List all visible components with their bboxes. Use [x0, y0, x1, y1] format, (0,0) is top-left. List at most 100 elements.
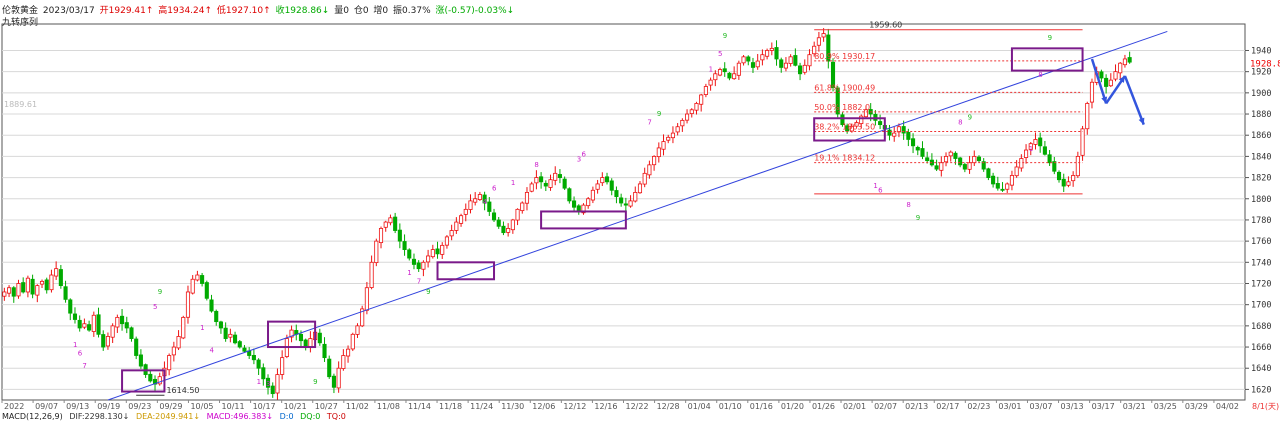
y-tick-label: 1620 [1251, 385, 1271, 395]
nine-turn-label: 1 [200, 324, 204, 332]
x-tick-label: 11/24 [470, 402, 493, 411]
candle-body [595, 183, 600, 190]
candle-body [459, 215, 464, 224]
candle-body [204, 282, 209, 299]
candle-body [134, 338, 139, 356]
x-tick-label: 12/16 [594, 402, 617, 411]
candle-body [402, 241, 407, 251]
candle-body [892, 132, 897, 137]
candle-body [444, 236, 449, 246]
candle-body [341, 355, 346, 369]
last-price-label: 1928.86 [1250, 59, 1280, 69]
candle-body [614, 190, 619, 198]
candlestick-chart[interactable]: 1620 1640 1660 1680 1700 1720 1740 1760 1780 1800… [0, 0, 1280, 420]
candle-body [661, 141, 666, 150]
candle-body [214, 310, 219, 323]
nine-turn-label: 6 [78, 350, 83, 358]
nine-turn-label: 6 [492, 184, 497, 192]
candle-body [96, 314, 101, 335]
candle-body [101, 334, 106, 348]
candle-body [200, 275, 205, 284]
y-tick-label: 1680 [1251, 322, 1271, 332]
period-label: 8/1(天) [1252, 402, 1279, 411]
candle-body [732, 73, 737, 80]
candle-body [609, 180, 614, 191]
candle-body [58, 269, 63, 287]
candle-body [82, 323, 87, 328]
candle-body [261, 367, 266, 380]
candle-body [680, 119, 685, 127]
candle-body [637, 183, 643, 194]
candle-body [477, 194, 482, 200]
candle-body [524, 192, 530, 204]
nine-turn-label: 9 [968, 113, 972, 121]
candle-body [548, 179, 553, 188]
candle-body [209, 299, 214, 312]
y-tick-label: 1700 [1251, 301, 1271, 311]
candle-body [619, 197, 624, 204]
candle-body [327, 358, 332, 378]
candle-body [124, 322, 129, 329]
candle-body [237, 341, 242, 348]
candle-body [976, 156, 982, 162]
candle-body [388, 217, 393, 224]
candle-body [1005, 183, 1010, 190]
candle-body [1085, 103, 1090, 130]
y-tick-label: 1720 [1251, 279, 1271, 289]
candle-body [463, 208, 468, 215]
candle-body [708, 79, 713, 86]
candle-body [2, 291, 7, 297]
candle-body [727, 72, 732, 79]
x-tick-label: 11/30 [501, 402, 524, 411]
nine-turn-label: 4 [210, 346, 215, 354]
candle-body [1038, 137, 1043, 147]
candle-body [393, 216, 398, 231]
candle-body [953, 152, 958, 159]
candle-body [1127, 57, 1132, 63]
candle-body [355, 325, 360, 335]
candle-body [543, 182, 548, 187]
x-tick-label: 10/17 [253, 402, 276, 411]
fib-level-label: 19.1% 1834.12 [814, 154, 875, 163]
candle-body [181, 316, 186, 339]
candle-body [694, 103, 699, 111]
nine-turn-label: 9 [916, 214, 920, 222]
y-tick-label: 1760 [1251, 237, 1271, 247]
candle-body [765, 50, 770, 57]
candle-body [1024, 149, 1029, 158]
x-tick-label: 11/02 [346, 402, 369, 411]
candle-body [148, 373, 153, 382]
candle-body [755, 60, 760, 68]
candle-body [887, 129, 892, 136]
candle-body [590, 189, 595, 201]
candle-body [991, 175, 996, 185]
y-tick-label: 1880 [1251, 110, 1271, 120]
candle-body [275, 374, 280, 394]
nine-turn-label: 9 [313, 378, 317, 386]
candle-body [426, 255, 431, 263]
candle-body [666, 136, 671, 141]
candle-body [435, 248, 440, 255]
candle-body [1033, 139, 1038, 145]
x-tick-label: 03/01 [998, 402, 1021, 411]
x-tick-label: 09/29 [159, 402, 182, 411]
candle-body [939, 162, 944, 171]
candle-body [11, 287, 16, 297]
x-tick-label: 01/16 [750, 402, 773, 411]
x-tick-label: 01/20 [781, 402, 804, 411]
candle-body [336, 367, 341, 389]
candle-body [77, 319, 82, 329]
candle-body [534, 177, 539, 184]
candle-body [816, 37, 821, 46]
candle-body [741, 56, 746, 64]
candle-body [1009, 175, 1014, 186]
candle-body [185, 291, 191, 318]
x-tick-label: 02/07 [874, 402, 897, 411]
candle-body [468, 200, 473, 210]
candle-body [972, 155, 977, 164]
fib-level-label: 50.0% 1882.0 [814, 103, 870, 112]
candle-body [1122, 58, 1127, 66]
candle-body [713, 73, 718, 81]
candle-body [68, 299, 73, 314]
candle-body [138, 354, 143, 367]
